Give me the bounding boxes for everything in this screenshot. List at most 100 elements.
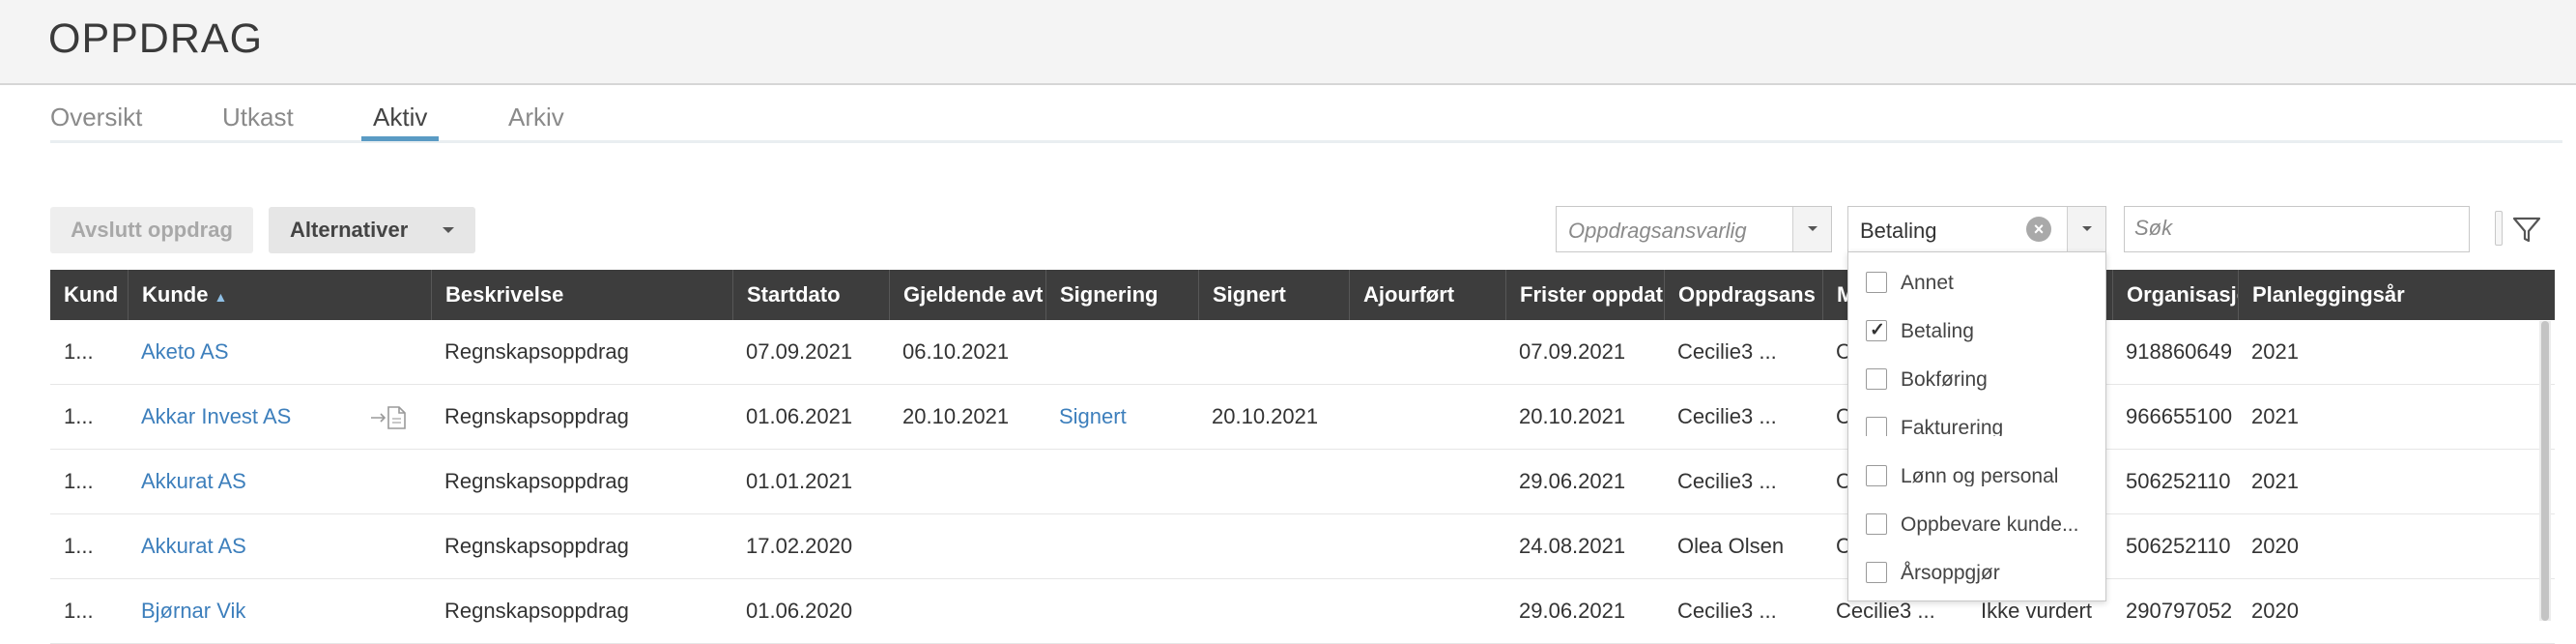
customer-link[interactable]: Bjørnar Vik: [128, 579, 359, 643]
chevron-down-icon: [443, 227, 454, 233]
column-header-ajourfort[interactable]: Ajourført: [1349, 270, 1505, 320]
table-row[interactable]: 1... Akkurat AS Regnskapsoppdrag 17.02.2…: [50, 514, 2555, 579]
cell-startdate: 01.06.2021: [746, 404, 853, 428]
customer-link[interactable]: Akkar Invest AS: [128, 385, 359, 449]
option-checkbox[interactable]: [1866, 272, 1887, 293]
column-header-org[interactable]: Organisasjons: [2112, 270, 2238, 320]
customer-link[interactable]: Akkurat AS: [128, 450, 359, 513]
column-header-signert[interactable]: Signert: [1198, 270, 1349, 320]
scrollbar-thumb[interactable]: [2541, 321, 2549, 621]
responsible-select-toggle[interactable]: [1792, 207, 1831, 251]
cell-signing[interactable]: [1045, 450, 1198, 513]
option-label: Fakturering: [1901, 417, 2004, 436]
table-row[interactable]: 1... Akkurat AS Regnskapsoppdrag 01.01.2…: [50, 450, 2555, 514]
cell-responsible: Cecilie3 ...: [1677, 469, 1777, 493]
cell-updated: [1349, 320, 1505, 384]
option-checkbox[interactable]: [1866, 465, 1887, 486]
dropdown-option-fakturering[interactable]: Fakturering: [1866, 409, 2098, 436]
column-header-nr[interactable]: Kund: [50, 270, 128, 320]
cell-updated: [1349, 450, 1505, 513]
active-tab-indicator: [361, 136, 439, 141]
cell-responsible: Cecilie3 ...: [1677, 599, 1777, 623]
cell-signed: [1198, 450, 1349, 513]
cell-responsible: Cecilie3 ...: [1677, 339, 1777, 364]
alternatives-button[interactable]: Alternativer: [269, 207, 475, 253]
cell-signed: [1198, 514, 1349, 578]
option-checkbox[interactable]: [1866, 319, 1887, 341]
column-header-aar[interactable]: Planleggingsår: [2238, 270, 2555, 320]
sort-ascending-icon: ▲: [214, 289, 228, 305]
cell-description: Regnskapsoppdrag: [444, 404, 629, 428]
cell-startdate: 01.01.2021: [746, 469, 853, 493]
cell-deadlines: 29.06.2021: [1519, 599, 1626, 623]
option-label: Annet: [1901, 272, 1954, 294]
cell-signing[interactable]: [1045, 320, 1198, 384]
filter-icon[interactable]: [2510, 213, 2543, 246]
cell-startdate: 17.02.2020: [746, 534, 853, 558]
option-checkbox[interactable]: [1866, 417, 1887, 436]
dropdown-option-oppbevare[interactable]: Oppbevare kunde...: [1866, 506, 2098, 544]
category-select-toggle[interactable]: [2067, 207, 2105, 251]
close-assignment-button[interactable]: Avslutt oppdrag: [50, 207, 253, 253]
cell-signing[interactable]: [1045, 514, 1198, 578]
cell-deadlines: 20.10.2021: [1519, 404, 1626, 428]
tab-utkast[interactable]: Utkast: [211, 102, 305, 132]
column-header-frister[interactable]: Frister oppdat: [1505, 270, 1664, 320]
option-checkbox[interactable]: [1866, 562, 1887, 583]
column-header-gjeldende[interactable]: Gjeldende avt: [889, 270, 1045, 320]
search-box: [2124, 206, 2470, 252]
search-input[interactable]: [2134, 207, 2453, 249]
document-link-icon[interactable]: [369, 404, 408, 431]
cell-org-number: 506252110: [2126, 534, 2231, 558]
cell-responsible: Olea Olsen: [1677, 534, 1785, 558]
category-select[interactable]: Betaling ×: [1847, 206, 2106, 252]
tab-oversikt[interactable]: Oversikt: [39, 102, 154, 132]
cell-description: Regnskapsoppdrag: [444, 469, 629, 493]
cell-org-number: 506252110: [2126, 469, 2231, 493]
dropdown-option-arsoppgjor[interactable]: Årsoppgjør: [1866, 554, 2098, 593]
column-header-startdato[interactable]: Startdato: [732, 270, 889, 320]
cell-planning-year: 2020: [2251, 534, 2299, 558]
cell-signing[interactable]: Signert: [1045, 385, 1198, 449]
column-header-kunde[interactable]: Kunde ▲: [128, 270, 431, 320]
table-scrollbar[interactable]: [2539, 321, 2551, 621]
option-label: Bokføring: [1901, 368, 1988, 391]
cell-nr: 1...: [64, 599, 94, 623]
cell-updated: [1349, 385, 1505, 449]
option-checkbox[interactable]: [1866, 513, 1887, 535]
cell-description: Regnskapsoppdrag: [444, 599, 629, 623]
cell-responsible: Cecilie3 ...: [1677, 404, 1777, 428]
cell-nr: 1...: [64, 469, 94, 493]
cell-nr: 1...: [64, 404, 94, 428]
cell-deadlines: 07.09.2021: [1519, 339, 1626, 364]
customer-link[interactable]: Aketo AS: [128, 320, 359, 384]
dropdown-option-lonn[interactable]: Lønn og personal: [1866, 457, 2098, 486]
category-dropdown-menu: Annet Betaling Bokføring Fakturering Løn…: [1847, 251, 2106, 601]
clear-icon[interactable]: ×: [2026, 217, 2051, 242]
table-row[interactable]: 1... Akkar Invest AS Regnskapsoppdrag 01…: [50, 385, 2555, 450]
column-header-beskrivelse[interactable]: Beskrivelse: [431, 270, 732, 320]
tab-arkiv[interactable]: Arkiv: [497, 102, 576, 132]
option-label: Lønn og personal: [1901, 465, 2059, 486]
option-label: Betaling: [1901, 320, 1974, 342]
option-label: Oppbevare kunde...: [1901, 513, 2079, 536]
table-row[interactable]: 1... Aketo AS Regnskapsoppdrag 07.09.202…: [50, 320, 2555, 385]
customer-link[interactable]: Akkurat AS: [128, 514, 359, 578]
cell-signing[interactable]: [1045, 579, 1198, 643]
table-row[interactable]: 1... Bjørnar Vik Regnskapsoppdrag 01.06.…: [50, 579, 2555, 644]
dropdown-option-bokforing[interactable]: Bokføring: [1866, 361, 2098, 399]
chevron-down-icon: [2082, 226, 2092, 231]
responsible-select[interactable]: Oppdragsansvarlig: [1556, 206, 1832, 252]
dropdown-option-annet[interactable]: Annet: [1866, 264, 2098, 303]
column-header-ansvarlig[interactable]: Oppdragsans: [1664, 270, 1822, 320]
column-header-signering[interactable]: Signering: [1045, 270, 1198, 320]
option-label: Årsoppgjør: [1901, 562, 2000, 584]
cell-deadlines: 29.06.2021: [1519, 469, 1626, 493]
option-checkbox[interactable]: [1866, 368, 1887, 390]
cell-description: Regnskapsoppdrag: [444, 534, 629, 558]
cell-org-number: 966655100: [2126, 404, 2233, 428]
dropdown-option-betaling[interactable]: Betaling: [1866, 312, 2098, 351]
filter-separator: [2495, 211, 2503, 246]
cell-deadlines: 24.08.2021: [1519, 534, 1626, 558]
tab-aktiv[interactable]: Aktiv: [361, 102, 439, 132]
